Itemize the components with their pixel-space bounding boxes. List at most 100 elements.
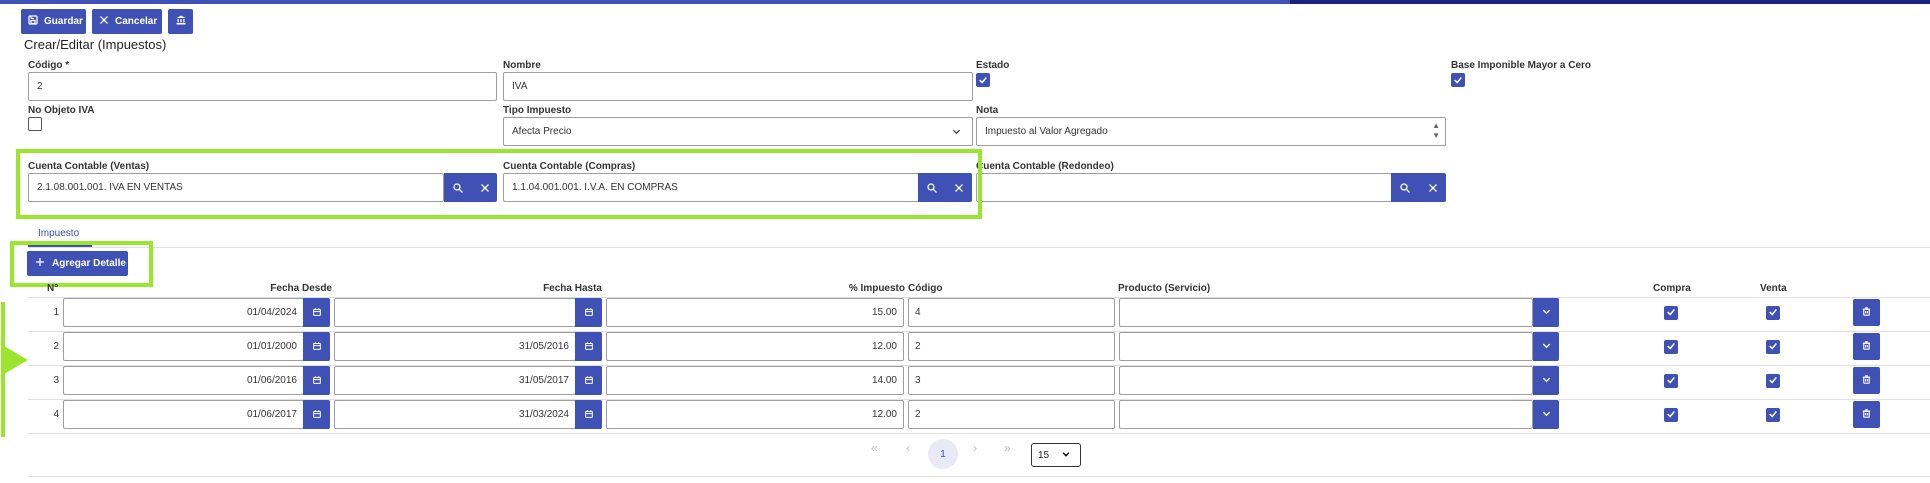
compra-checkbox[interactable]	[1664, 374, 1678, 388]
table-bottom-divider	[28, 476, 1930, 477]
impuesto-input[interactable]: 12.00	[606, 332, 904, 361]
header-venta: Venta	[1760, 283, 1787, 294]
estado-checkbox[interactable]	[976, 73, 990, 87]
delete-row-button[interactable]	[1853, 401, 1880, 428]
fecha-hasta-input[interactable]	[334, 298, 576, 327]
chevron-down-icon	[951, 126, 962, 140]
nombre-input[interactable]: IVA	[503, 72, 973, 101]
producto-select[interactable]	[1119, 298, 1533, 327]
next-page-button[interactable]: ›	[973, 441, 977, 455]
fecha-hasta-input[interactable]: 31/05/2016	[334, 332, 576, 361]
page-title: Crear/Editar (Impuestos)	[24, 37, 167, 52]
fecha-hasta-input[interactable]: 31/05/2017	[334, 366, 576, 395]
chevron-down-icon	[1541, 372, 1552, 390]
calendar-button[interactable]	[575, 332, 602, 361]
bank-button[interactable]	[168, 9, 193, 34]
codigo-input[interactable]: 3	[908, 366, 1115, 395]
nota-textarea[interactable]: Impuesto al Valor Agregado ▲ ▼	[976, 117, 1446, 146]
impuesto-input[interactable]: 12.00	[606, 400, 904, 429]
fecha-hasta-input[interactable]: 31/03/2024	[334, 400, 576, 429]
chevron-down-icon	[1541, 304, 1552, 322]
calendar-button[interactable]	[303, 298, 330, 327]
codigo-input[interactable]: 4	[908, 298, 1115, 327]
producto-select[interactable]	[1119, 332, 1533, 361]
cuenta-redondeo-input[interactable]	[976, 173, 1392, 202]
venta-checkbox[interactable]	[1766, 408, 1780, 422]
codigo-input[interactable]: 2	[908, 400, 1115, 429]
calendar-icon	[312, 406, 322, 424]
close-icon	[1428, 183, 1437, 192]
highlight-box-cuentas	[16, 149, 982, 219]
prev-page-button[interactable]: ‹	[906, 441, 910, 455]
current-page-button[interactable]: 1	[928, 439, 958, 469]
producto-dropdown-button[interactable]	[1533, 366, 1559, 395]
compra-checkbox[interactable]	[1664, 408, 1678, 422]
delete-row-button[interactable]	[1853, 367, 1880, 394]
trash-icon	[1861, 406, 1872, 424]
cuenta-redondeo-search-button[interactable]	[1391, 173, 1419, 202]
calendar-icon	[312, 304, 322, 322]
venta-checkbox[interactable]	[1766, 374, 1780, 388]
calendar-button[interactable]	[303, 400, 330, 429]
row-number: 3	[53, 375, 59, 386]
calendar-button[interactable]	[303, 366, 330, 395]
last-page-button[interactable]: »	[1004, 441, 1011, 455]
producto-dropdown-button[interactable]	[1533, 298, 1559, 327]
no-objeto-iva-checkbox[interactable]	[28, 117, 42, 131]
delete-row-button[interactable]	[1853, 299, 1880, 326]
cancel-button-label: Cancelar	[115, 16, 158, 27]
tab-impuesto[interactable]: Impuesto	[38, 228, 79, 239]
nota-value: Impuesto al Valor Agregado	[985, 126, 1108, 137]
row-divider	[28, 433, 1930, 434]
fecha-desde-input[interactable]: 01/01/2000	[63, 332, 304, 361]
header-impuesto: % Impuesto	[848, 283, 905, 294]
producto-dropdown-button[interactable]	[1533, 332, 1559, 361]
chevron-down-icon	[1541, 406, 1552, 424]
impuesto-input[interactable]: 14.00	[606, 366, 904, 395]
codigo-input[interactable]: 2	[908, 332, 1115, 361]
save-button[interactable]: Guardar	[21, 9, 86, 34]
cancel-button[interactable]: Cancelar	[92, 9, 162, 34]
row-number: 1	[53, 307, 59, 318]
close-icon	[98, 14, 110, 29]
scroll-arrows-icon[interactable]: ▲ ▼	[1432, 121, 1440, 141]
producto-select[interactable]	[1119, 400, 1533, 429]
calendar-icon	[584, 406, 594, 424]
calendar-icon	[312, 372, 322, 390]
calendar-button[interactable]	[575, 298, 602, 327]
checkmark-icon	[1768, 372, 1778, 390]
trash-icon	[1861, 372, 1872, 390]
calendar-button[interactable]	[575, 400, 602, 429]
calendar-button[interactable]	[575, 366, 602, 395]
nota-label: Nota	[976, 105, 999, 116]
first-page-button[interactable]: «	[871, 441, 878, 455]
tipo-impuesto-select[interactable]: Afecta Precio	[503, 117, 973, 146]
fecha-desde-input[interactable]: 01/04/2024	[63, 298, 304, 327]
venta-checkbox[interactable]	[1766, 306, 1780, 320]
codigo-input[interactable]: 2	[28, 72, 497, 101]
base-imponible-checkbox[interactable]	[1451, 73, 1465, 87]
producto-dropdown-button[interactable]	[1533, 400, 1559, 429]
fecha-desde-input[interactable]: 01/06/2016	[63, 366, 304, 395]
header-num: N°	[47, 283, 59, 294]
chevron-down-icon	[1061, 449, 1071, 462]
cuenta-redondeo-clear-button[interactable]	[1419, 173, 1446, 202]
impuesto-input[interactable]: 15.00	[606, 298, 904, 327]
page-size-select[interactable]: 15	[1031, 443, 1081, 467]
producto-select[interactable]	[1119, 366, 1533, 395]
search-icon	[1400, 182, 1410, 193]
header-producto: Producto (Servicio)	[1118, 283, 1211, 294]
tab-divider	[28, 247, 1930, 248]
fecha-desde-input[interactable]: 01/06/2017	[63, 400, 304, 429]
calendar-button[interactable]	[303, 332, 330, 361]
venta-checkbox[interactable]	[1766, 340, 1780, 354]
compra-checkbox[interactable]	[1664, 340, 1678, 354]
checkmark-icon	[1666, 304, 1676, 322]
delete-row-button[interactable]	[1853, 333, 1880, 360]
row-number: 4	[53, 409, 59, 420]
checkmark-icon	[1768, 406, 1778, 424]
save-icon	[27, 14, 39, 29]
row-number: 2	[53, 341, 59, 352]
codigo-label: Código *	[28, 60, 70, 71]
compra-checkbox[interactable]	[1664, 306, 1678, 320]
